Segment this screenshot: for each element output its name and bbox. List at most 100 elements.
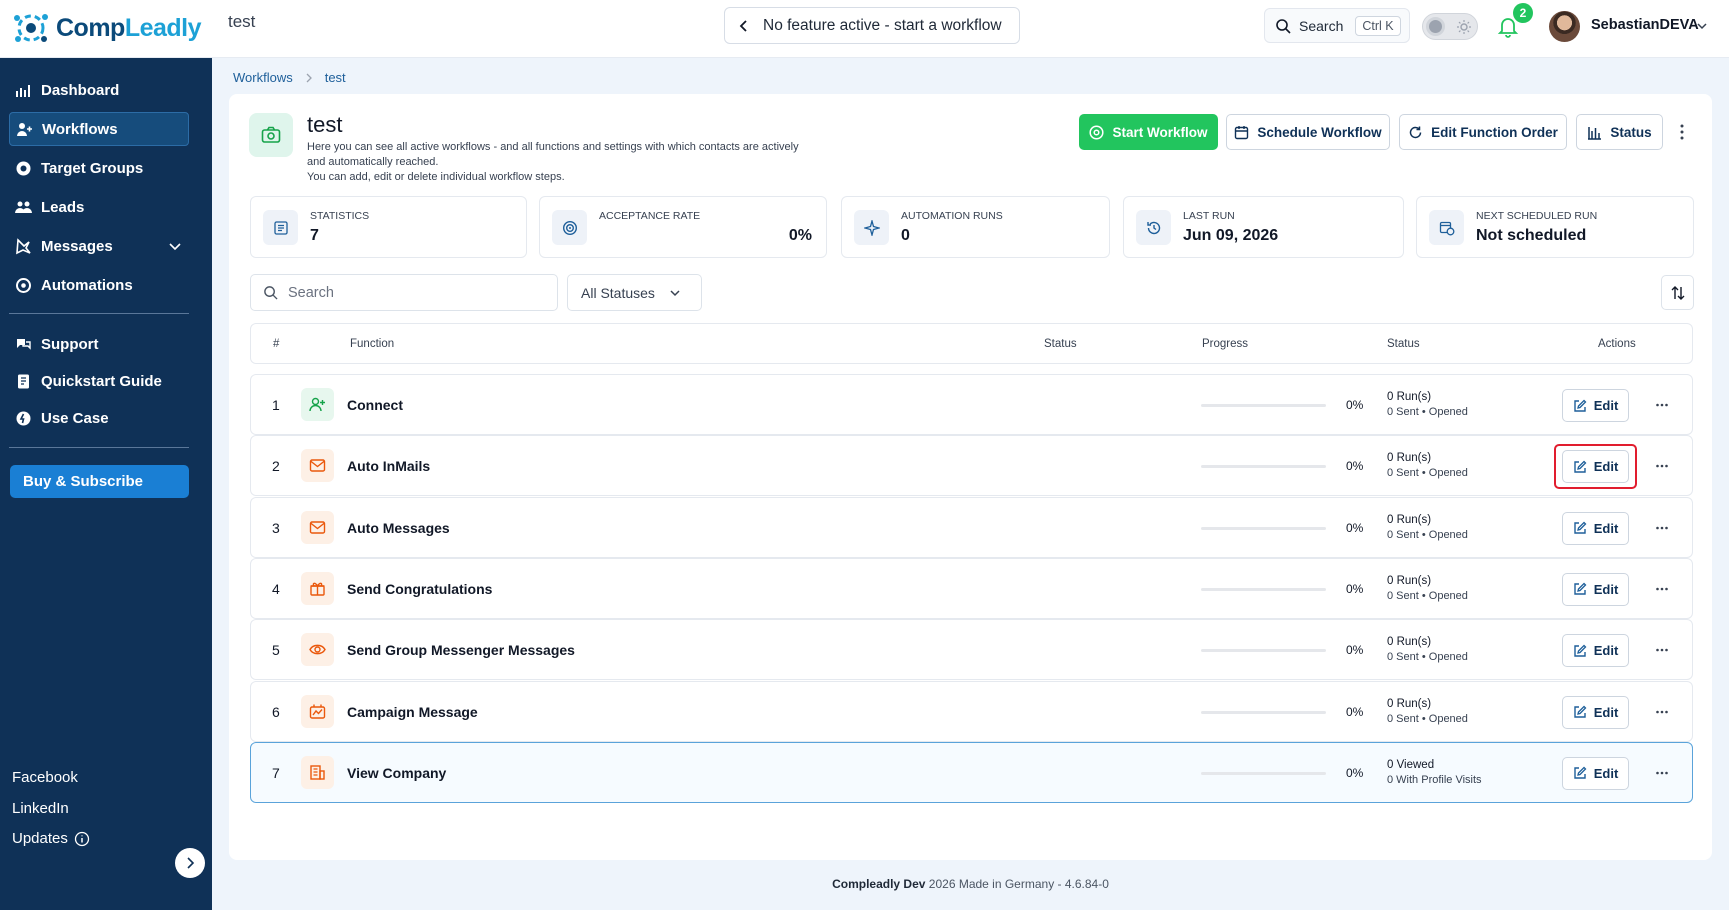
status-primary: 0 Run(s): [1387, 574, 1432, 587]
page-footer: Compleadly Dev 2026 Made in Germany - 4.…: [212, 877, 1729, 891]
edit-button[interactable]: Edit: [1562, 389, 1629, 422]
app-logo[interactable]: CompLeadly: [10, 8, 202, 48]
schedule-workflow-button[interactable]: Schedule Workflow: [1226, 114, 1390, 150]
row-number: 5: [272, 642, 280, 659]
building-icon: [301, 755, 334, 789]
more-horizontal-icon[interactable]: [1655, 460, 1669, 472]
col-progress: Progress: [1202, 338, 1249, 350]
stat-label: Automation Runs: [901, 210, 1003, 222]
sun-icon: [1457, 20, 1471, 34]
edit-function-order-button[interactable]: Edit Function Order: [1399, 114, 1567, 150]
sidebar-item-label: Use Case: [41, 409, 109, 427]
campaign-icon: [301, 694, 334, 728]
sidebar-item-quickstart-guide[interactable]: Quickstart Guide: [9, 364, 189, 398]
status-secondary: 0 With Profile Visits: [1387, 773, 1482, 786]
stat-value: 0%: [788, 227, 812, 244]
description-line: and automatically reached.: [307, 156, 439, 168]
linkedin-link[interactable]: LinkedIn: [12, 800, 69, 817]
footer-text: 2026 Made in Germany - 4.6.84-0: [928, 877, 1109, 891]
status-filter-value: All Statuses: [581, 284, 655, 301]
updates-link[interactable]: Updates: [12, 830, 90, 847]
description-line: You can add, edit or delete individual w…: [307, 171, 565, 183]
sidebar-item-messages[interactable]: Messages: [9, 229, 189, 263]
facebook-link[interactable]: Facebook: [12, 769, 78, 786]
sort-button[interactable]: [1661, 275, 1694, 310]
chevron-left-icon: [739, 19, 747, 32]
sidebar-item-target-groups[interactable]: Target Groups: [9, 151, 189, 185]
avatar[interactable]: [1549, 11, 1580, 42]
sidebar-item-automations[interactable]: Automations: [9, 268, 189, 302]
more-vertical-icon[interactable]: [1676, 122, 1688, 142]
username[interactable]: SebastianDEVA: [1591, 17, 1699, 33]
logo-icon: [14, 14, 48, 42]
search-label: Search: [1299, 17, 1344, 34]
table-row[interactable]: 7 View Company 0% 0 Viewed 0 With Profil…: [250, 741, 1693, 803]
leads-icon: [15, 201, 32, 213]
edit-button[interactable]: Edit: [1562, 572, 1629, 606]
sidebar-item-use-case[interactable]: Use Case: [9, 401, 189, 435]
function-name-connect: Connect: [347, 397, 403, 413]
global-search-button[interactable]: Search Ctrl K: [1264, 8, 1410, 43]
chevron-down-icon[interactable]: [169, 240, 181, 252]
more-horizontal-icon[interactable]: [1655, 706, 1669, 718]
target-icon: [562, 220, 577, 235]
sidebar-item-label: Automations: [41, 276, 133, 294]
edit-button[interactable]: Edit: [1562, 756, 1629, 790]
table-row[interactable]: 2 Auto InMails 0% 0 Run(s) 0 Sent • Open…: [250, 435, 1693, 497]
status-secondary: 0 Sent • Opened: [1387, 467, 1468, 480]
search-input[interactable]: Search: [250, 274, 558, 311]
sidebar-item-support[interactable]: Support: [9, 327, 189, 361]
progress-percent: 0%: [1346, 765, 1364, 780]
feature-status-pill[interactable]: No feature active - start a workflow: [724, 7, 1020, 44]
status-primary: 0 Run(s): [1387, 452, 1432, 465]
mail-icon: [301, 510, 334, 544]
progress-bar: [1201, 404, 1326, 407]
more-horizontal-icon[interactable]: [1655, 399, 1669, 411]
chevron-right-icon: [306, 73, 312, 82]
breadcrumb-workflows[interactable]: Workflows: [233, 70, 293, 85]
progress-percent: 0%: [1346, 520, 1364, 535]
more-horizontal-icon[interactable]: [1655, 583, 1669, 595]
stat-label: Next Scheduled Run: [1476, 210, 1598, 222]
workflow-icon-tile: [249, 113, 293, 157]
edit-label: Edit: [1593, 704, 1619, 720]
more-horizontal-icon[interactable]: [1655, 767, 1669, 779]
edit-button[interactable]: Edit: [1562, 634, 1629, 668]
sidebar-item-workflows[interactable]: Workflows: [9, 112, 189, 146]
start-workflow-button[interactable]: Start Workflow: [1079, 114, 1218, 150]
more-horizontal-icon[interactable]: [1655, 644, 1669, 656]
refresh-icon: [1409, 126, 1422, 138]
chevron-right-icon: [187, 857, 195, 869]
progress-bar: [1201, 710, 1326, 714]
table-row[interactable]: 4 Send Congratulations 0% 0 Run(s) 0 Sen…: [250, 557, 1693, 619]
edit-button[interactable]: Edit: [1562, 695, 1629, 729]
col-num: #: [273, 338, 280, 350]
status-filter-select[interactable]: All Statuses: [567, 274, 702, 311]
status-button[interactable]: Status: [1576, 114, 1663, 150]
edit-button[interactable]: Edit: [1562, 450, 1629, 484]
table-row[interactable]: 5 Send Group Messenger Messages 0% 0 Run…: [250, 619, 1693, 681]
sidebar-collapse-button[interactable]: [175, 848, 205, 878]
progress-percent: 0%: [1346, 581, 1364, 596]
edit-icon: [1574, 705, 1587, 718]
edit-button[interactable]: Edit: [1562, 511, 1629, 545]
theme-toggle[interactable]: [1422, 13, 1478, 40]
table-row[interactable]: 1 Connect 0% 0 Run(s) 0 Sent • Opened Ed…: [250, 374, 1693, 435]
edit-label: Edit: [1593, 643, 1619, 659]
sidebar-item-leads[interactable]: Leads: [9, 190, 189, 224]
page-name: test: [228, 12, 256, 31]
function-name-view-company: View Company: [347, 764, 447, 781]
logo-suffix: Leadly: [124, 13, 202, 42]
status-secondary: 0 Sent • Opened: [1387, 651, 1468, 664]
more-horizontal-icon[interactable]: [1655, 522, 1669, 534]
sidebar-item-dashboard[interactable]: Dashboard: [9, 73, 189, 107]
col-actions: Actions: [1598, 338, 1636, 350]
chevron-down-icon[interactable]: [1696, 20, 1708, 32]
book-icon: [18, 374, 29, 388]
table-row[interactable]: 3 Auto Messages 0% 0 Run(s) 0 Sent • Ope…: [250, 496, 1693, 558]
buy-subscribe-button[interactable]: Buy & Subscribe: [10, 465, 189, 498]
edit-icon: [1574, 521, 1587, 534]
stat-icon: [854, 210, 889, 245]
sidebar-item-label: Messages: [41, 237, 113, 255]
table-row[interactable]: 6 Campaign Message 0% 0 Run(s) 0 Sent • …: [250, 680, 1693, 742]
